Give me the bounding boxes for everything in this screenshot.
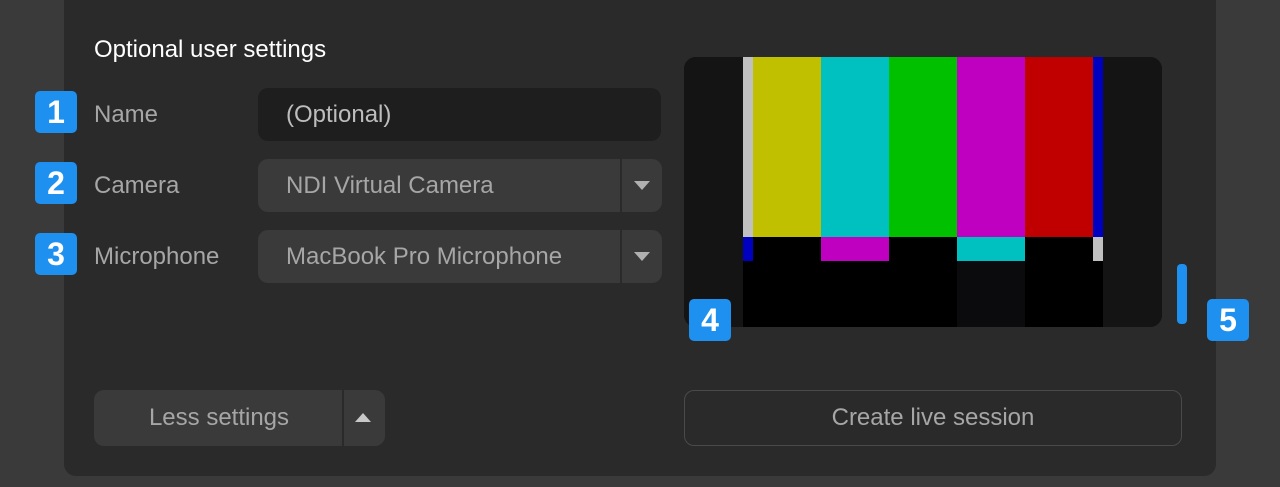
less-settings-label: Less settings [148, 404, 290, 431]
select-divider [620, 230, 622, 283]
select-divider [620, 159, 622, 212]
camera-select[interactable]: NDI Virtual Camera [258, 159, 662, 212]
button-divider [342, 390, 344, 446]
bar-gray-stripe [743, 57, 753, 237]
bar-red-stripe [1025, 57, 1093, 237]
name-input[interactable] [258, 88, 661, 141]
microphone-select[interactable]: MacBook Pro Microphone [258, 230, 662, 283]
mid-cyan-stripe [957, 237, 1025, 261]
callout-badge-4: 4 [689, 299, 731, 341]
bar-green-stripe [889, 57, 957, 237]
mid-gray-stripe [1093, 237, 1103, 261]
callout-badge-2: 2 [35, 162, 77, 204]
microphone-label: Microphone [94, 243, 220, 270]
less-settings-button[interactable]: Less settings [94, 390, 385, 446]
bar-blue-stripe [1093, 57, 1103, 237]
callout-badge-3: 3 [35, 233, 77, 275]
chevron-up-icon[interactable] [355, 413, 371, 422]
bar-yellow-stripe [753, 57, 821, 237]
callout-badge-5: 5 [1207, 299, 1249, 341]
microphone-select-value: MacBook Pro Microphone [286, 243, 563, 270]
bar-magenta-stripe [957, 57, 1025, 237]
mid-blue-stripe [743, 237, 753, 261]
callout-badge-1: 1 [35, 91, 77, 133]
bot-black-stripe [743, 261, 1103, 327]
camera-label: Camera [94, 172, 180, 199]
section-title: Optional user settings [94, 36, 327, 63]
camera-preview [684, 57, 1162, 327]
color-bars-test-pattern [684, 57, 1162, 327]
audio-level-meter [1177, 264, 1187, 324]
bar-cyan-stripe [821, 57, 889, 237]
chevron-down-icon[interactable] [634, 252, 650, 261]
mid-magenta-stripe [821, 237, 889, 261]
camera-select-value: NDI Virtual Camera [286, 172, 494, 199]
mid-black-stripe [743, 237, 1103, 261]
name-label: Name [94, 101, 159, 128]
create-live-session-button[interactable]: Create live session [684, 390, 1182, 446]
chevron-down-icon[interactable] [634, 181, 650, 190]
